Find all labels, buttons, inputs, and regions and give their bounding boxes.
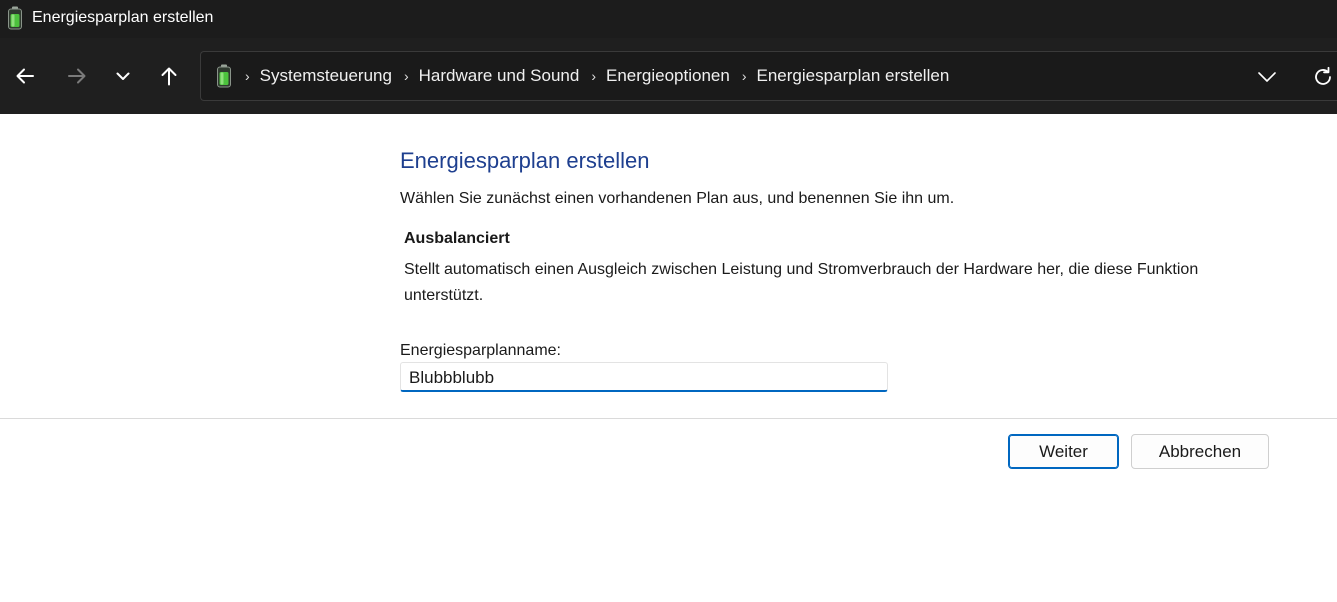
recent-locations-button[interactable] [106, 59, 140, 93]
arrow-right-icon [68, 68, 86, 84]
address-dropdown-button[interactable] [1253, 64, 1281, 90]
title-bar: Energiesparplan erstellen [0, 0, 1337, 38]
plan-description: Stellt automatisch einen Ausgleich zwisc… [404, 261, 1199, 304]
battery-icon [217, 64, 231, 88]
plan-name-label: Energiesparplanname: [400, 342, 561, 359]
refresh-icon [1315, 66, 1331, 85]
up-button[interactable] [152, 59, 186, 93]
arrow-up-icon [161, 67, 177, 86]
divider [0, 418, 1337, 419]
breadcrumb: › Systemsteuerung › Hardware und Sound ›… [245, 52, 961, 100]
navigation-bar: › Systemsteuerung › Hardware und Sound ›… [0, 38, 1337, 114]
back-button[interactable] [8, 59, 42, 93]
plan-name-input[interactable] [400, 362, 888, 392]
chevron-right-icon[interactable]: › [742, 68, 747, 84]
chevron-right-icon[interactable]: › [245, 68, 250, 84]
page-title: Energiesparplan erstellen [400, 148, 650, 173]
app-window: Energiesparplan erstellen › Systemsteuer… [0, 0, 1337, 602]
refresh-button[interactable] [1309, 64, 1337, 90]
chevron-down-icon [116, 72, 130, 80]
next-button[interactable]: Weiter [1008, 434, 1119, 469]
arrow-left-icon [16, 68, 34, 84]
breadcrumb-hardware-und-sound[interactable]: Hardware und Sound [419, 66, 580, 86]
chevron-down-icon [1258, 72, 1276, 82]
battery-icon [8, 6, 22, 30]
breadcrumb-energieoptionen[interactable]: Energieoptionen [606, 66, 730, 86]
plan-name: Ausbalanciert [404, 230, 510, 247]
cancel-button[interactable]: Abbrechen [1131, 434, 1269, 469]
content-area: Energiesparplan erstellen Wählen Sie zun… [0, 114, 1337, 602]
address-bar[interactable]: › Systemsteuerung › Hardware und Sound ›… [200, 51, 1337, 101]
breadcrumb-energiesparplan-erstellen[interactable]: Energiesparplan erstellen [756, 66, 949, 86]
instruction-text: Wählen Sie zunächst einen vorhandenen Pl… [400, 190, 955, 207]
breadcrumb-systemsteuerung[interactable]: Systemsteuerung [260, 66, 392, 86]
forward-button[interactable] [60, 59, 94, 93]
window-title: Energiesparplan erstellen [32, 9, 214, 26]
chevron-right-icon[interactable]: › [591, 68, 596, 84]
chevron-right-icon[interactable]: › [404, 68, 409, 84]
